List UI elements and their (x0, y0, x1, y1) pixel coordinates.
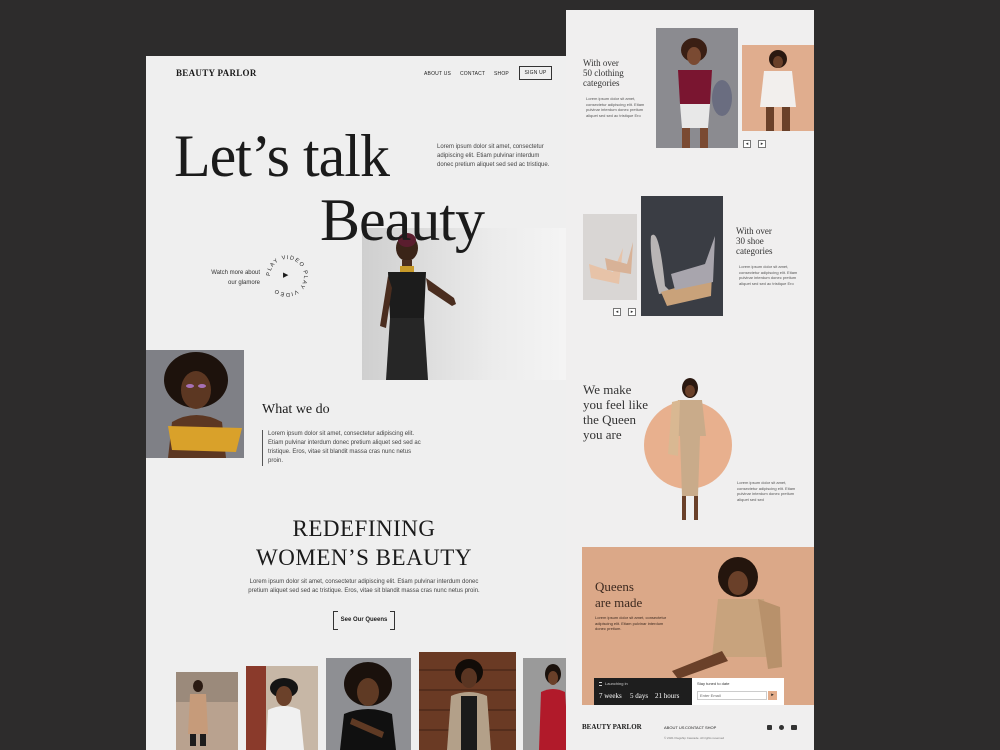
shoes-title-line3: categories (736, 246, 773, 256)
signup-button[interactable]: SIGN UP (519, 66, 552, 80)
see-queens-label: See Our Queens (340, 617, 388, 623)
clothing-next-arrow[interactable]: ▸ (758, 140, 766, 148)
shoes-prev-arrow[interactable]: ◂ (613, 308, 621, 316)
redefining-line2: WOMEN’S BEAUTY (256, 545, 472, 570)
shoes-next-arrow[interactable]: ▸ (628, 308, 636, 316)
redefining-line1: REDEFINING (292, 516, 436, 541)
hero-title-line1: Let’s talk (174, 123, 390, 189)
queen-title-line4: you are (583, 427, 622, 442)
queens-made-text: Lorem ipsum dolor sit amet, consectetur … (595, 615, 667, 632)
countdown-box: Launching in 7 weeks 5 days 21 hours (594, 678, 692, 705)
redefining-text: Lorem ipsum dolor sit amet, consectetur … (248, 579, 480, 594)
signup-label: Stay tuned to date (697, 681, 730, 686)
gallery-photo-2 (246, 666, 318, 750)
see-queens-button[interactable]: See Our Queens (333, 611, 395, 630)
queen-text: Lorem ipsum dolor sit amet, consectetur … (737, 480, 796, 502)
queens-made-title-line1: Queens (595, 579, 634, 594)
queens-made-title: Queens are made (595, 579, 642, 611)
clothing-title-line1: With over (583, 58, 619, 68)
queens-made-title-line2: are made (595, 595, 643, 610)
clothing-title: With over 50 clothing categories (583, 58, 624, 88)
landing-page-main: BEAUTY PARLOR ABOUT US CONTACT SHOP SIGN… (146, 56, 582, 750)
hourglass-icon (599, 682, 602, 686)
hero-title-line2: Beauty (320, 187, 485, 253)
countdown-hours: 21 hours (655, 692, 680, 700)
what-we-do-title: What we do (262, 402, 330, 417)
clothing-title-line2: 50 clothing (583, 68, 624, 78)
what-we-do-text: Lorem ipsum dolor sit amet, consectetur … (262, 430, 422, 466)
clothing-photo-main (656, 28, 738, 148)
footer-brand[interactable]: BEAUTY PARLOR (582, 723, 642, 731)
play-video-button[interactable]: PLAY VIDEO PLAY VIDEO ▶ (264, 253, 310, 299)
footer-contact[interactable]: CONTACT (685, 725, 704, 730)
nav-shop[interactable]: SHOP (494, 71, 509, 77)
countdown-days: 5 days (630, 692, 649, 700)
footer-about[interactable]: ABOUT US (664, 725, 684, 730)
watch-caption: Watch more about our glamore (188, 268, 260, 288)
signup-box: Stay tuned to date Enter Email ▸ (692, 678, 784, 705)
nav-contact[interactable]: CONTACT (460, 71, 485, 77)
shoes-text: Lorem ipsum dolor sit amet, consectetur … (739, 264, 798, 286)
footer-shop[interactable]: SHOP (705, 725, 716, 730)
queens-made-photo (672, 547, 814, 681)
what-we-do-photo (146, 350, 244, 458)
gallery-photo-3 (326, 658, 411, 750)
clothing-text: Lorem ipsum dolor sit amet, consectetur … (586, 96, 645, 118)
queen-title-line1: We make (583, 382, 632, 397)
email-field[interactable]: Enter Email (697, 691, 767, 700)
queen-title: We make you feel like the Queen you are (583, 382, 648, 442)
landing-page-secondary: With over 50 clothing categories Lorem i… (566, 10, 814, 750)
shoes-title-line1: With over (736, 226, 772, 236)
shoes-photo-small (583, 214, 637, 300)
nav-about[interactable]: ABOUT US (424, 71, 451, 77)
gallery-photo-1 (176, 672, 238, 750)
brand-logo[interactable]: BEAUTY PARLOR (176, 68, 257, 78)
youtube-icon[interactable] (791, 725, 797, 730)
clothing-photo-side (742, 45, 814, 131)
footer-copyright: © 2021 Flagship Cascade. All rights rese… (664, 736, 725, 740)
gallery-photo-4 (419, 652, 516, 750)
queen-title-line3: the Queen (583, 412, 637, 427)
shoes-title-line2: 30 shoe (736, 236, 764, 246)
twitter-icon[interactable] (779, 725, 784, 730)
countdown-weeks: 7 weeks (599, 692, 622, 700)
queen-model-photo (666, 376, 716, 522)
watch-caption-line1: Watch more about (211, 270, 260, 276)
queens-made-section: Queens are made Lorem ipsum dolor sit am… (582, 547, 814, 705)
shoes-title: With over 30 shoe categories (736, 226, 772, 256)
email-submit-button[interactable]: ▸ (768, 691, 777, 700)
hero-intro: Lorem ipsum dolor sit amet, consectetur … (437, 144, 550, 168)
launch-label: Launching in (605, 681, 628, 686)
clothing-prev-arrow[interactable]: ◂ (743, 140, 751, 148)
clothing-title-line3: categories (583, 78, 620, 88)
queen-title-line2: you feel like (583, 397, 648, 412)
shoes-photo-main (641, 196, 723, 316)
instagram-icon[interactable] (767, 725, 772, 730)
watch-caption-line2: our glamore (227, 280, 260, 286)
play-icon[interactable]: ▶ (283, 271, 288, 279)
